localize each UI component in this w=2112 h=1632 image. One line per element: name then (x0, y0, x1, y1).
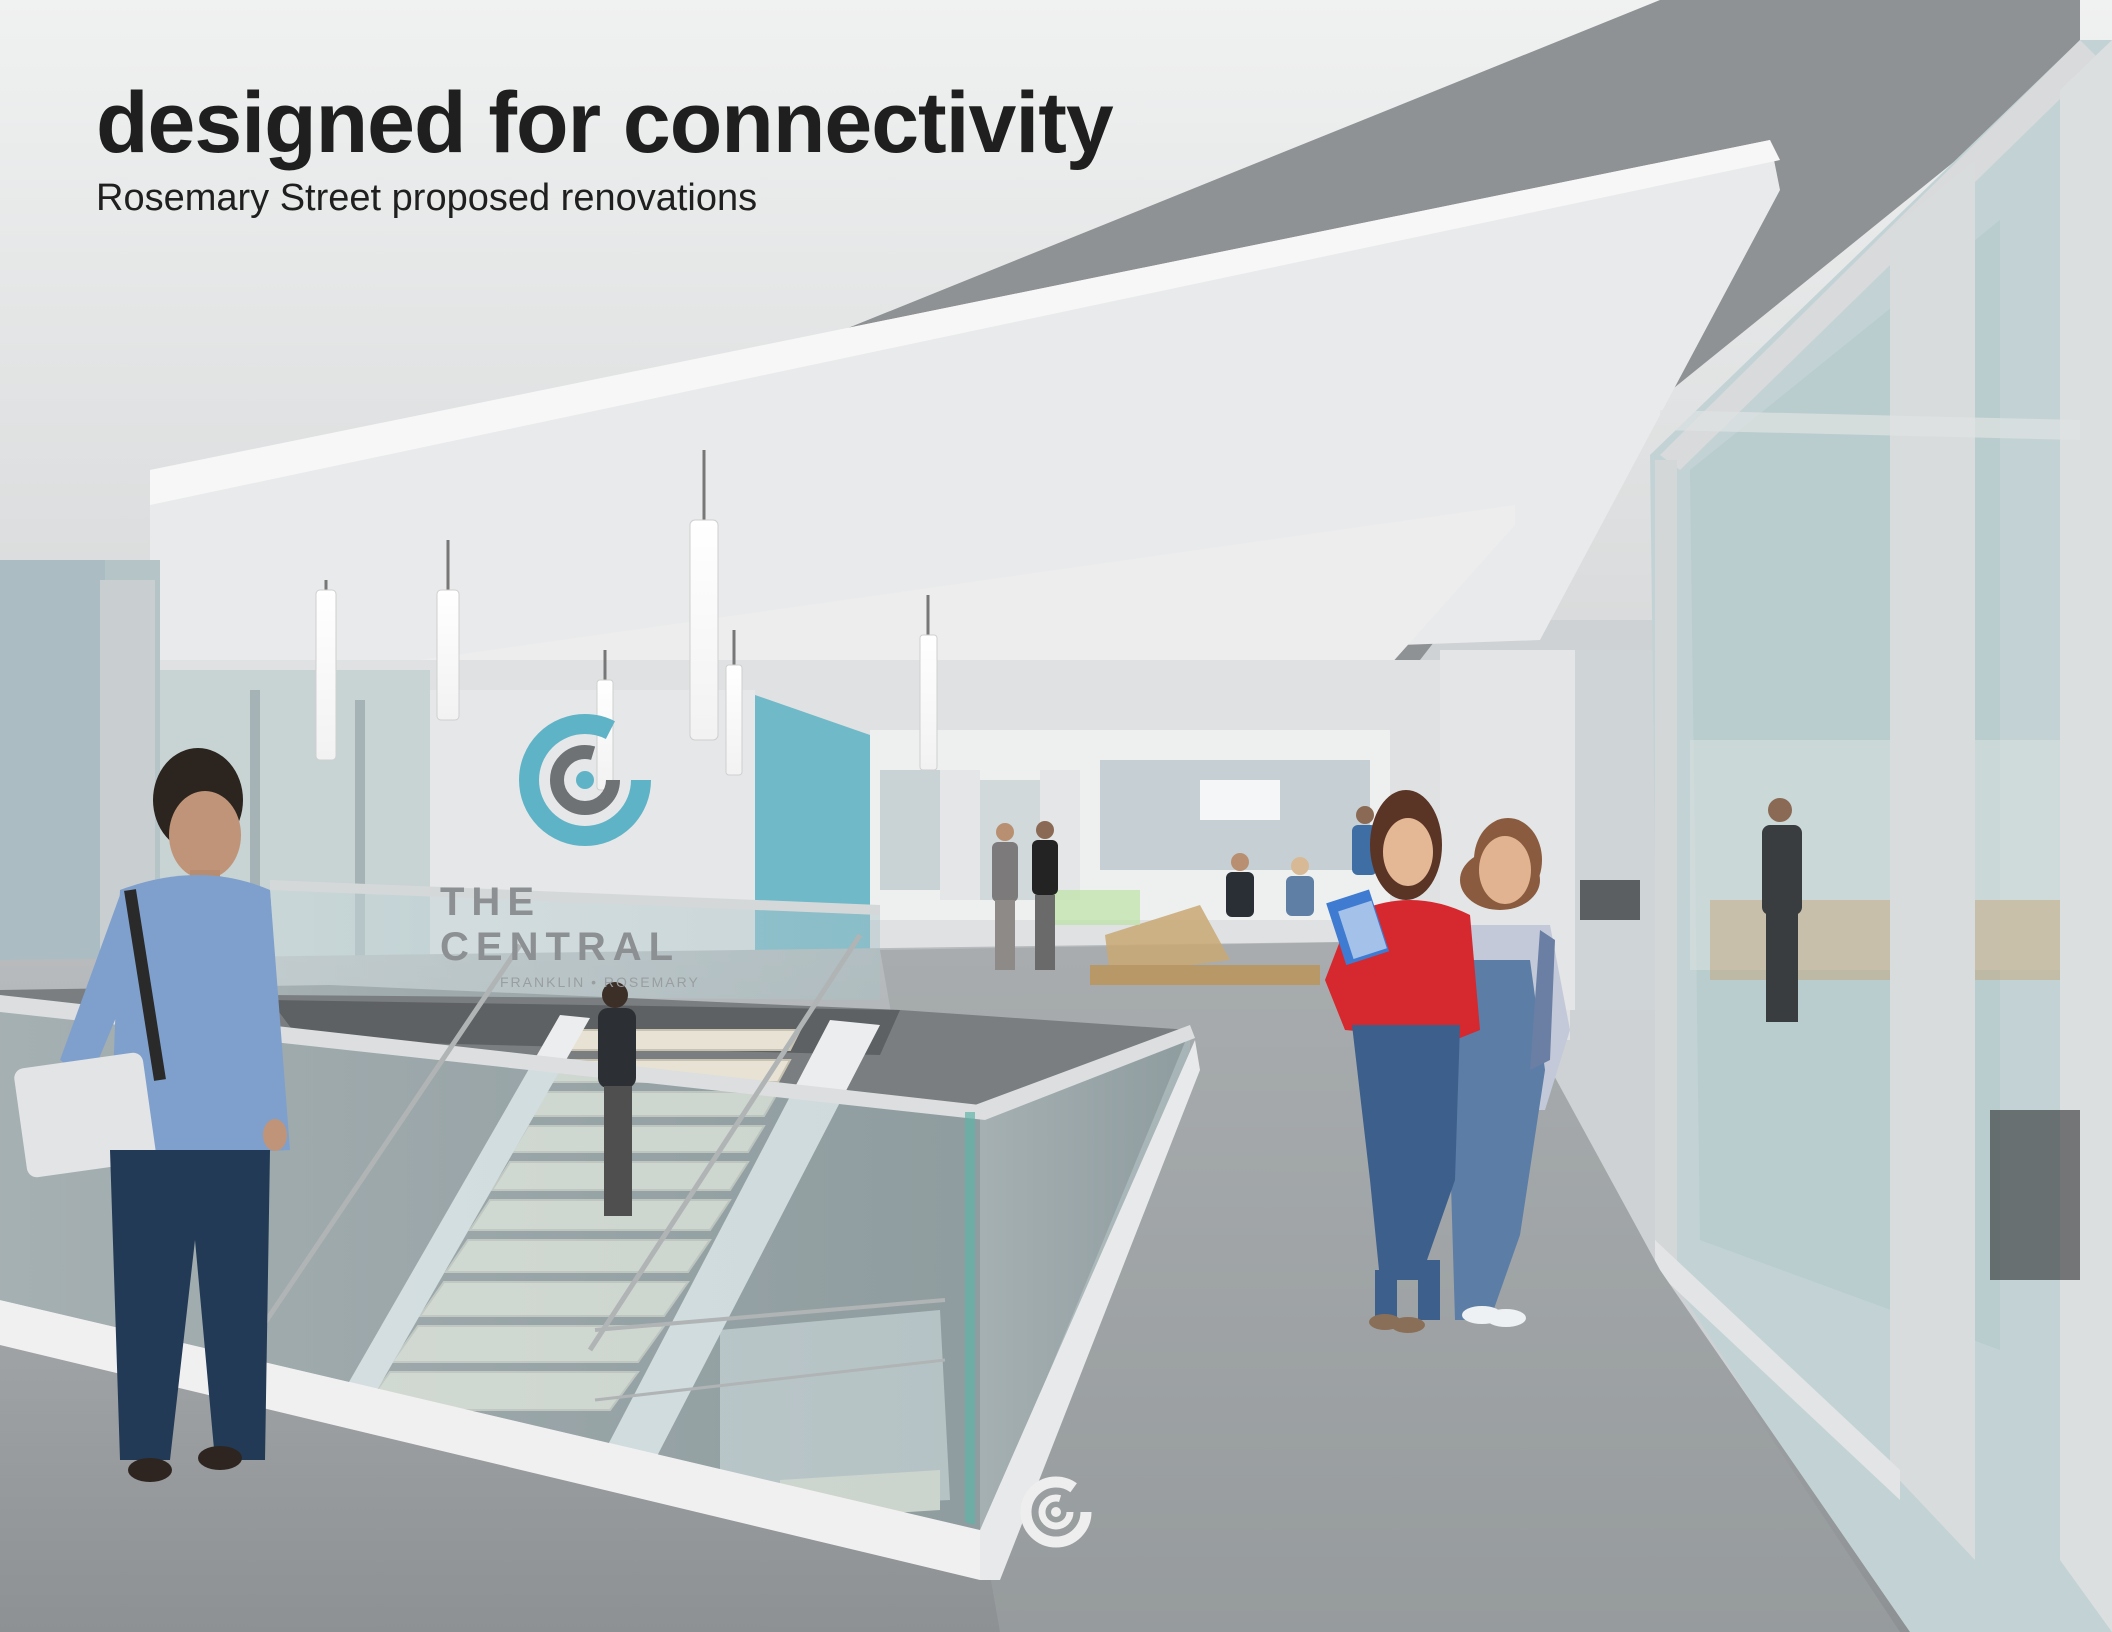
page-title: designed for connectivity (96, 75, 1114, 171)
wall-sign-name: THE CENTRAL (440, 880, 681, 969)
page-subtitle: Rosemary Street proposed renovations (96, 177, 758, 219)
wall-sign-tagline: FRANKLIN • ROSEMARY (500, 974, 700, 990)
wall-sign: THE CENTRAL FRANKLIN • ROSEMARY (440, 880, 760, 990)
title-block: designed for connectivity Rosemary Stree… (96, 75, 1114, 220)
rendering-page: THE CENTRAL FRANKLIN • ROSEMARY designed… (0, 0, 2112, 1632)
interior-rendering (0, 0, 2112, 1632)
